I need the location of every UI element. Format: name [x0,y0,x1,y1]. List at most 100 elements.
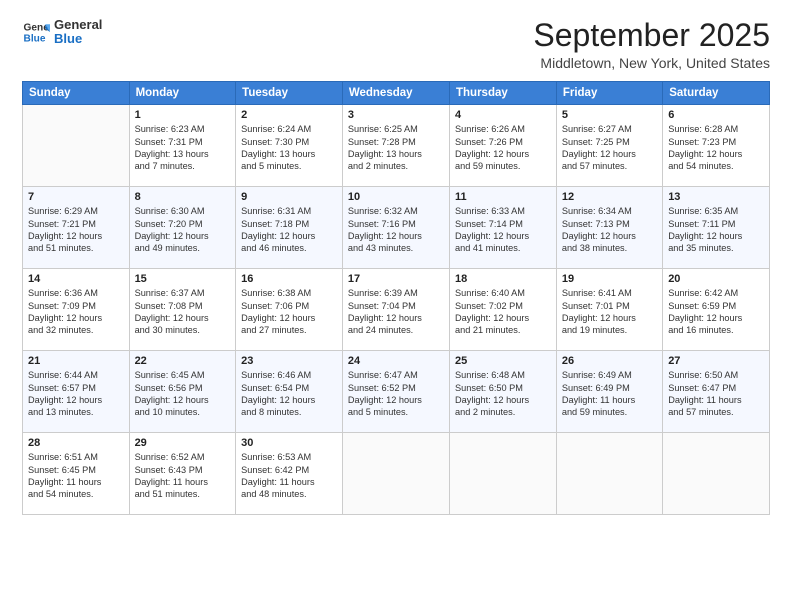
day-number: 11 [455,191,551,203]
day-detail: Sunrise: 6:45 AM Sunset: 6:56 PM Dayligh… [135,369,231,419]
day-detail: Sunrise: 6:51 AM Sunset: 6:45 PM Dayligh… [28,451,124,501]
calendar-cell: 6Sunrise: 6:28 AM Sunset: 7:23 PM Daylig… [663,105,770,187]
day-number: 12 [562,191,657,203]
day-number: 13 [668,191,764,203]
day-number: 3 [348,109,444,121]
calendar-day-header: Thursday [450,82,557,105]
calendar-cell: 3 Sunrise: 6:25 AM Sunset: 7:28 PM Daylig… [342,105,449,187]
page-title: September 2025 [533,18,770,53]
calendar-cell: 30Sunrise: 6:53 AM Sunset: 6:42 PM Dayli… [236,433,343,515]
calendar-week-row: 7 Sunrise: 6:29 AM Sunset: 7:21 PM Daylig… [23,187,770,269]
day-detail: Sunrise: 6:27 AM Sunset: 7:25 PM Dayligh… [562,123,657,173]
calendar-cell: 1 Sunrise: 6:23 AM Sunset: 7:31 PM Daylig… [129,105,236,187]
logo-general: General [54,18,102,32]
calendar-cell [556,433,662,515]
day-number: 15 [135,273,231,285]
day-detail: Sunrise: 6:50 AM Sunset: 6:47 PM Dayligh… [668,369,764,419]
day-number: 30 [241,437,337,449]
day-number: 7 [28,191,124,203]
calendar-cell: 9 Sunrise: 6:31 AM Sunset: 7:18 PM Daylig… [236,187,343,269]
calendar-day-header: Friday [556,82,662,105]
calendar-cell: 17Sunrise: 6:39 AM Sunset: 7:04 PM Dayli… [342,269,449,351]
calendar-cell: 10 Sunrise: 6:32 AM Sunset: 7:16 PM Dayli… [342,187,449,269]
day-detail: Sunrise: 6:40 AM Sunset: 7:02 PM Dayligh… [455,287,551,337]
page-header: General Blue General Blue September 2025… [22,18,770,71]
calendar-week-row: 14 Sunrise: 6:36 AM Sunset: 7:09 PM Dayli… [23,269,770,351]
calendar-day-header: Saturday [663,82,770,105]
day-number: 5 [562,109,657,121]
calendar-cell: 7 Sunrise: 6:29 AM Sunset: 7:21 PM Daylig… [23,187,130,269]
day-detail: Sunrise: 6:25 AM Sunset: 7:28 PM Dayligh… [348,123,444,173]
day-detail: Sunrise: 6:46 AM Sunset: 6:54 PM Dayligh… [241,369,337,419]
page-subtitle: Middletown, New York, United States [533,55,770,71]
day-detail: Sunrise: 6:31 AM Sunset: 7:18 PM Dayligh… [241,205,337,255]
calendar-day-header: Tuesday [236,82,343,105]
day-number: 10 [348,191,444,203]
day-number: 2 [241,109,337,121]
day-number: 8 [135,191,231,203]
calendar-cell: 25 Sunrise: 6:48 AM Sunset: 6:50 PM Dayli… [450,351,557,433]
calendar-day-header: Monday [129,82,236,105]
day-detail: Sunrise: 6:36 AM Sunset: 7:09 PM Dayligh… [28,287,124,337]
calendar-header-row: SundayMondayTuesdayWednesdayThursdayFrid… [23,82,770,105]
day-detail: Sunrise: 6:23 AM Sunset: 7:31 PM Dayligh… [135,123,231,173]
day-number: 21 [28,355,124,367]
day-detail: Sunrise: 6:47 AM Sunset: 6:52 PM Dayligh… [348,369,444,419]
day-number: 20 [668,273,764,285]
calendar-table: SundayMondayTuesdayWednesdayThursdayFrid… [22,81,770,515]
day-detail: Sunrise: 6:41 AM Sunset: 7:01 PM Dayligh… [562,287,657,337]
day-detail: Sunrise: 6:34 AM Sunset: 7:13 PM Dayligh… [562,205,657,255]
day-number: 19 [562,273,657,285]
day-number: 26 [562,355,657,367]
day-detail: Sunrise: 6:30 AM Sunset: 7:20 PM Dayligh… [135,205,231,255]
calendar-cell: 14 Sunrise: 6:36 AM Sunset: 7:09 PM Dayli… [23,269,130,351]
calendar-cell: 26 Sunrise: 6:49 AM Sunset: 6:49 PM Dayli… [556,351,662,433]
calendar-cell [663,433,770,515]
logo: General Blue General Blue [22,18,102,47]
calendar-cell: 22 Sunrise: 6:45 AM Sunset: 6:56 PM Dayli… [129,351,236,433]
day-number: 29 [135,437,231,449]
day-number: 1 [135,109,231,121]
day-detail: Sunrise: 6:29 AM Sunset: 7:21 PM Dayligh… [28,205,124,255]
calendar-cell: 13 Sunrise: 6:35 AM Sunset: 7:11 PM Dayli… [663,187,770,269]
day-number: 23 [241,355,337,367]
calendar-week-row: 21Sunrise: 6:44 AM Sunset: 6:57 PM Dayli… [23,351,770,433]
calendar-cell: 12 Sunrise: 6:34 AM Sunset: 7:13 PM Dayli… [556,187,662,269]
calendar-cell: 5 Sunrise: 6:27 AM Sunset: 7:25 PM Daylig… [556,105,662,187]
day-detail: Sunrise: 6:49 AM Sunset: 6:49 PM Dayligh… [562,369,657,419]
calendar-cell: 18 Sunrise: 6:40 AM Sunset: 7:02 PM Dayli… [450,269,557,351]
day-number: 25 [455,355,551,367]
day-detail: Sunrise: 6:35 AM Sunset: 7:11 PM Dayligh… [668,205,764,255]
calendar-day-header: Sunday [23,82,130,105]
calendar-week-row: 1 Sunrise: 6:23 AM Sunset: 7:31 PM Daylig… [23,105,770,187]
day-detail: Sunrise: 6:39 AM Sunset: 7:04 PM Dayligh… [348,287,444,337]
calendar-cell: 21Sunrise: 6:44 AM Sunset: 6:57 PM Dayli… [23,351,130,433]
calendar-cell: 19 Sunrise: 6:41 AM Sunset: 7:01 PM Dayli… [556,269,662,351]
calendar-cell: 11 Sunrise: 6:33 AM Sunset: 7:14 PM Dayli… [450,187,557,269]
day-detail: Sunrise: 6:42 AM Sunset: 6:59 PM Dayligh… [668,287,764,337]
calendar-cell: 28 Sunrise: 6:51 AM Sunset: 6:45 PM Dayli… [23,433,130,515]
calendar-cell: 27Sunrise: 6:50 AM Sunset: 6:47 PM Dayli… [663,351,770,433]
day-detail: Sunrise: 6:48 AM Sunset: 6:50 PM Dayligh… [455,369,551,419]
calendar-day-header: Wednesday [342,82,449,105]
day-detail: Sunrise: 6:24 AM Sunset: 7:30 PM Dayligh… [241,123,337,173]
day-number: 28 [28,437,124,449]
day-number: 9 [241,191,337,203]
day-number: 6 [668,109,764,121]
day-detail: Sunrise: 6:37 AM Sunset: 7:08 PM Dayligh… [135,287,231,337]
day-detail: Sunrise: 6:32 AM Sunset: 7:16 PM Dayligh… [348,205,444,255]
day-detail: Sunrise: 6:33 AM Sunset: 7:14 PM Dayligh… [455,205,551,255]
day-number: 18 [455,273,551,285]
calendar-cell: 24Sunrise: 6:47 AM Sunset: 6:52 PM Dayli… [342,351,449,433]
day-number: 14 [28,273,124,285]
calendar-cell: 2 Sunrise: 6:24 AM Sunset: 7:30 PM Daylig… [236,105,343,187]
day-detail: Sunrise: 6:26 AM Sunset: 7:26 PM Dayligh… [455,123,551,173]
calendar-cell: 4Sunrise: 6:26 AM Sunset: 7:26 PM Daylig… [450,105,557,187]
logo-icon: General Blue [22,18,50,46]
calendar-cell: 23 Sunrise: 6:46 AM Sunset: 6:54 PM Dayli… [236,351,343,433]
calendar-cell: 29Sunrise: 6:52 AM Sunset: 6:43 PM Dayli… [129,433,236,515]
day-number: 22 [135,355,231,367]
title-block: September 2025 Middletown, New York, Uni… [533,18,770,71]
day-number: 16 [241,273,337,285]
calendar-cell: 8 Sunrise: 6:30 AM Sunset: 7:20 PM Daylig… [129,187,236,269]
